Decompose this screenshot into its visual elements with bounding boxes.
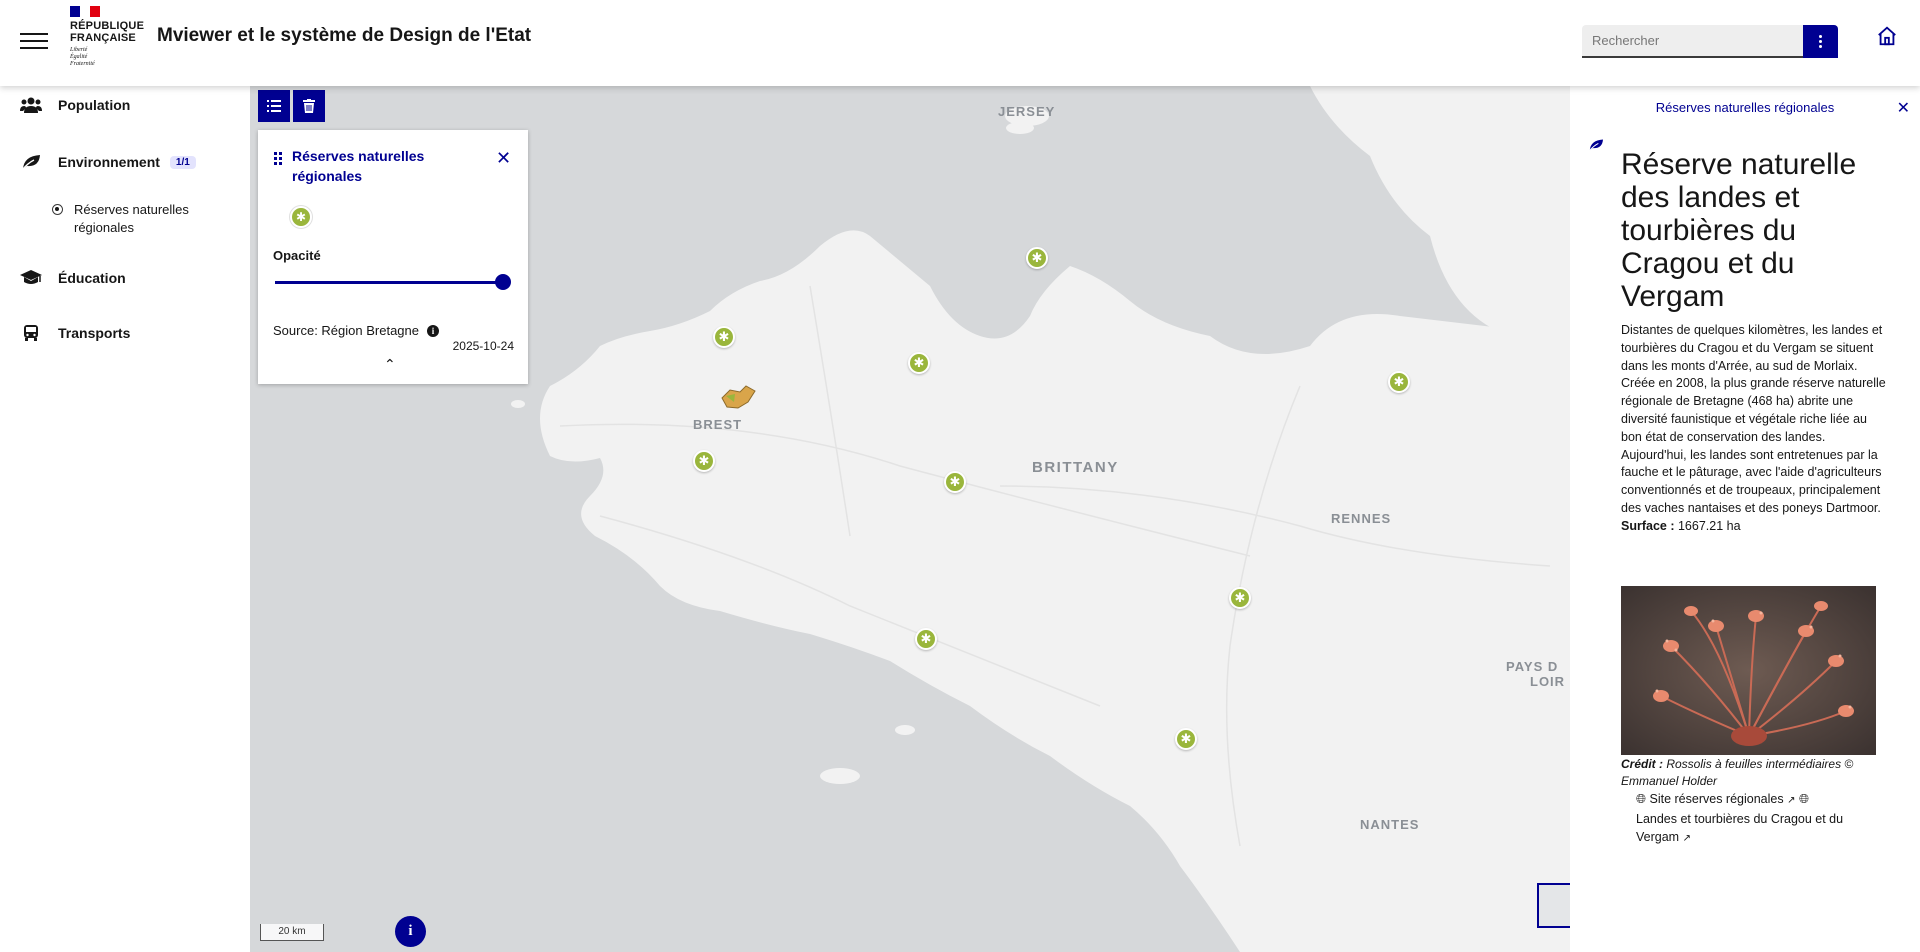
link-label: Landes et tourbières du Cragou et du Ver… xyxy=(1636,812,1844,844)
map-label-jersey: JERSEY xyxy=(998,104,1056,119)
logo-motto-3: Fraternité xyxy=(70,61,95,67)
source-text: Source: Région Bretagne i xyxy=(273,323,439,338)
info-icon[interactable]: i xyxy=(426,324,439,337)
map-label-pays-line2: LOIR xyxy=(1530,674,1566,689)
home-icon[interactable] xyxy=(1876,25,1902,51)
reserve-marker[interactable]: ✱ xyxy=(915,628,937,650)
credit-label: Crédit : xyxy=(1621,757,1663,771)
layer-date: 2025-10-24 xyxy=(452,339,514,353)
reserve-marker[interactable]: ✱ xyxy=(693,450,715,472)
link-site-reserves[interactable]: Site réserves régionales ↗ xyxy=(1650,792,1796,806)
delete-layers-button[interactable] xyxy=(293,90,325,122)
search-input[interactable]: Rechercher xyxy=(1582,25,1803,58)
sidebar-item-label: Transports xyxy=(58,325,131,341)
logo-motto-1: Liberté xyxy=(70,47,88,53)
chevron-up-icon[interactable]: ⌃ xyxy=(384,356,396,373)
list-icon xyxy=(267,100,281,112)
sidebar-item-population[interactable]: Population xyxy=(20,95,130,115)
republique-francaise-logo: RÉPUBLIQUE FRANÇAISE Liberté Égalité Fra… xyxy=(70,6,150,72)
sidebar-item-environnement[interactable]: Environnement 1/1 xyxy=(20,152,196,172)
feature-links: 🌐︎ Site réserves régionales ↗ 🌐︎ Landes … xyxy=(1636,790,1876,848)
opacity-slider-thumb[interactable] xyxy=(495,274,511,290)
globe-icon: 🌐︎ xyxy=(1636,792,1647,806)
reserve-marker[interactable]: ✱ xyxy=(1175,728,1197,750)
page-title: Mviewer et le système de Design de l'Eta… xyxy=(157,25,532,46)
close-icon[interactable]: ✕ xyxy=(496,148,511,169)
sidebar-item-label: Environnement xyxy=(58,154,160,170)
map-label-rennes: RENNES xyxy=(1331,511,1392,526)
people-icon xyxy=(20,95,42,115)
leaf-icon xyxy=(1588,138,1604,157)
sidebar-item-label: Population xyxy=(58,97,131,113)
overview-map[interactable] xyxy=(1537,883,1570,928)
info-button[interactable]: i xyxy=(395,916,426,947)
map-label-pays-de-loire: PAYS D LOIR xyxy=(1506,659,1565,689)
radio-selected-icon[interactable] xyxy=(52,204,63,215)
surface-label: Surface : xyxy=(1621,518,1675,533)
subitem-label-line2: régionales xyxy=(74,220,134,235)
menu-icon[interactable] xyxy=(20,28,48,52)
legend-panel: Réserves naturelles régionales ✕ ✱ Opaci… xyxy=(258,130,528,384)
description-text: Distantes de quelques kilomètres, les la… xyxy=(1621,323,1886,515)
legend-title: Réserves naturelles régionales xyxy=(292,148,425,184)
map-label-pays-line1: PAYS D xyxy=(1506,659,1559,674)
count-badge: 1/1 xyxy=(169,155,196,169)
external-link-icon: ↗ xyxy=(1787,795,1796,806)
subitem-label-line1: Réserves naturelles xyxy=(74,202,189,217)
bus-icon xyxy=(20,323,42,343)
source-label: Source: Région Bretagne xyxy=(273,323,419,338)
surface-value: 1667.21 ha xyxy=(1677,518,1741,533)
header: RÉPUBLIQUE FRANÇAISE Liberté Égalité Fra… xyxy=(0,0,1920,86)
photo-credit: Crédit : Rossolis à feuilles intermédiai… xyxy=(1621,756,1886,790)
feature-title: Réserve naturelle des landes et tourbièr… xyxy=(1621,148,1857,313)
link-landes-tourbieres[interactable]: Landes et tourbières du Cragou et du Ver… xyxy=(1636,812,1843,844)
drag-handle-icon[interactable] xyxy=(274,152,282,165)
info-panel: Réserves naturelles régionales ✕ Réserve… xyxy=(1570,86,1920,952)
reserve-marker[interactable]: ✱ xyxy=(1026,247,1048,269)
feature-photo xyxy=(1621,586,1876,755)
leaf-icon xyxy=(20,152,42,172)
legend-marker-icon: ✱ xyxy=(290,206,312,228)
map-view[interactable]: JERSEY BREST BRITTANY RENNES PAYS D LOIR… xyxy=(250,86,1570,952)
legend-toggle-button[interactable] xyxy=(258,90,290,122)
sidebar-item-education[interactable]: Éducation xyxy=(20,268,126,288)
link-label: Site réserves régionales xyxy=(1649,792,1784,806)
external-link-icon: ↗ xyxy=(1682,833,1691,844)
opacity-label: Opacité xyxy=(273,248,321,263)
reserve-marker[interactable]: ✱ xyxy=(1229,587,1251,609)
trash-icon xyxy=(303,99,315,113)
close-icon[interactable]: ✕ xyxy=(1897,98,1910,118)
sidebar-subitem-reserves[interactable]: Réserves naturelles régionales xyxy=(52,201,189,237)
map-label-brittany: BRITTANY xyxy=(1032,459,1119,476)
more-vertical-icon xyxy=(1819,35,1822,48)
feature-description: Distantes de quelques kilomètres, les la… xyxy=(1621,322,1886,536)
logo-line2: FRANÇAISE xyxy=(70,32,136,44)
scale-bar: 20 km xyxy=(260,924,324,941)
map-label-nantes: NANTES xyxy=(1360,817,1420,832)
reserve-marker[interactable]: ✱ xyxy=(944,471,966,493)
logo-motto-2: Égalité xyxy=(70,54,88,60)
sidebar-item-label: Éducation xyxy=(58,270,126,286)
sidebar-item-transports[interactable]: Transports xyxy=(20,323,130,343)
map-label-brest: BREST xyxy=(693,417,743,432)
logo-line1: RÉPUBLIQUE xyxy=(70,20,145,32)
graduation-cap-icon xyxy=(20,268,42,288)
search-options-button[interactable] xyxy=(1803,25,1838,58)
reserve-marker[interactable]: ✱ xyxy=(713,326,735,348)
reserve-marker[interactable]: ✱ xyxy=(908,352,930,374)
globe-icon: 🌐︎ xyxy=(1798,792,1809,806)
panel-header: Réserves naturelles régionales xyxy=(1655,100,1835,115)
sidebar: Population Environnement 1/1 Réserves na… xyxy=(0,86,250,952)
opacity-slider-track[interactable] xyxy=(275,281,503,284)
reserve-marker[interactable]: ✱ xyxy=(1388,371,1410,393)
flag-icon xyxy=(70,6,100,17)
